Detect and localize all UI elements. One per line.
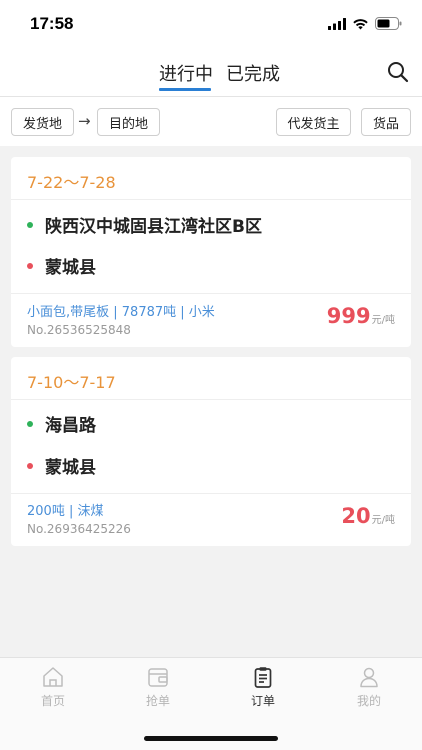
- status-time: 17:58: [30, 14, 74, 33]
- card-divider: [11, 493, 411, 494]
- person-icon: [360, 667, 378, 688]
- home-icon: [43, 667, 63, 687]
- destination-address: 蒙城县: [45, 458, 96, 478]
- clipboard-icon: [254, 667, 272, 688]
- signal-icon: [328, 17, 346, 30]
- destination-address: 蒙城县: [45, 258, 96, 278]
- origin-filter-button[interactable]: 发货地: [11, 108, 74, 136]
- tab-mine[interactable]: 我的: [339, 666, 399, 710]
- origin-row: 陕西汉中城固县江湾社区B区: [27, 212, 262, 237]
- home-indicator[interactable]: [144, 736, 278, 741]
- battery-icon: [375, 17, 402, 30]
- tab-grab-orders[interactable]: 抢单: [128, 666, 188, 710]
- cargo-details: 小面包,带尾板 | 78787吨 | 小米: [27, 305, 215, 320]
- card-divider: [11, 293, 411, 294]
- price-unit: 元/吨: [371, 515, 395, 526]
- order-date-range: 7-22～7-28: [27, 173, 116, 192]
- order-date-range: 7-10～7-17: [27, 373, 116, 392]
- origin-dot: [27, 221, 33, 228]
- price-value: 20: [341, 504, 371, 528]
- tab-home-label: 首页: [40, 694, 65, 708]
- active-tab-indicator: [159, 88, 211, 91]
- tab-in-progress[interactable]: 进行中: [159, 60, 213, 86]
- tab-orders[interactable]: 订单: [233, 666, 293, 710]
- origin-address: 陕西汉中城固县江湾社区B区: [45, 217, 262, 237]
- wallet-icon: [148, 668, 168, 687]
- cargo-details: 200吨 | 沫煤: [27, 504, 104, 519]
- price-unit: 元/吨: [371, 315, 395, 326]
- destination-row: 蒙城县: [27, 453, 96, 478]
- price: 20 元/吨: [341, 504, 395, 528]
- origin-dot: [27, 420, 33, 427]
- card-divider: [11, 199, 411, 200]
- order-number: No.26536525848: [27, 323, 131, 337]
- shipper-filter-button[interactable]: 代发货主: [276, 108, 351, 136]
- status-icons: [328, 17, 402, 30]
- price-value: 999: [326, 304, 371, 328]
- price: 999 元/吨: [327, 304, 395, 328]
- route-arrow: →: [78, 112, 91, 130]
- origin-row: 海昌路: [27, 411, 96, 436]
- header-divider: [0, 96, 422, 97]
- destination-dot: [27, 262, 33, 269]
- destination-filter-button[interactable]: 目的地: [97, 108, 160, 136]
- goods-filter-button[interactable]: 货品: [361, 108, 411, 136]
- tab-mine-label: 我的: [356, 694, 381, 708]
- wifi-icon: [353, 18, 368, 29]
- header-nav: 进行中 已完成: [0, 50, 422, 96]
- tab-orders-label: 订单: [250, 694, 275, 708]
- card-divider: [11, 399, 411, 400]
- order-number: No.26936425226: [27, 522, 131, 536]
- order-card[interactable]: 7-10～7-17 海昌路 蒙城县 200吨 | 沫煤 No.269364252…: [11, 357, 411, 546]
- tab-home[interactable]: 首页: [23, 666, 83, 710]
- origin-address: 海昌路: [45, 416, 96, 436]
- tab-grab-orders-label: 抢单: [145, 694, 170, 708]
- destination-row: 蒙城县: [27, 253, 96, 278]
- search-icon[interactable]: [386, 60, 410, 84]
- tab-completed[interactable]: 已完成: [226, 60, 280, 86]
- order-card[interactable]: 7-22～7-28 陕西汉中城固县江湾社区B区 蒙城县 小面包,带尾板 | 78…: [11, 157, 411, 347]
- status-bar: 17:58: [0, 0, 422, 50]
- destination-dot: [27, 462, 33, 469]
